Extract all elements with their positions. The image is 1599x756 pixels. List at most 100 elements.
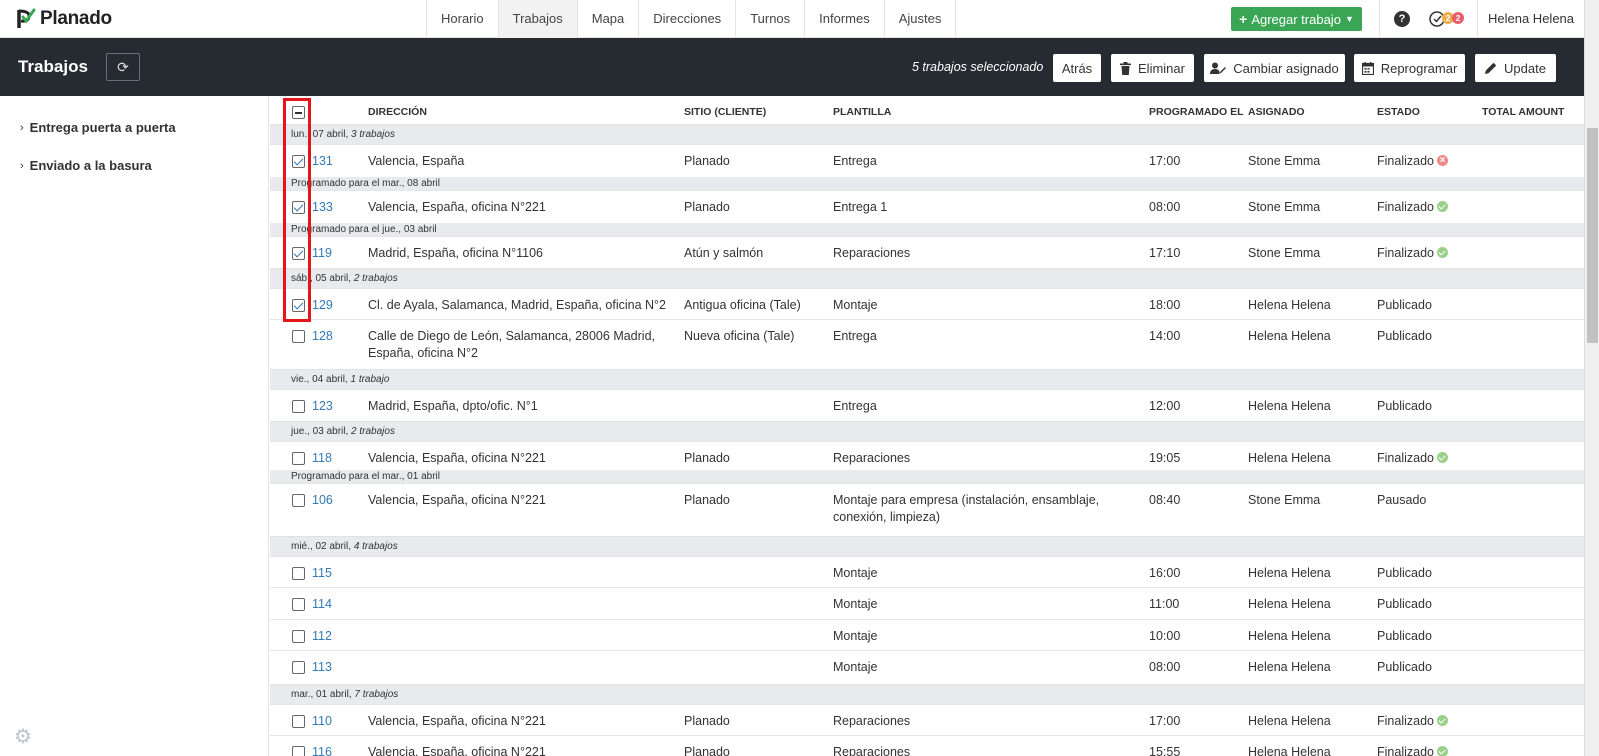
table-row[interactable]: 128 Calle de Diego de León, Salamanca, 28… bbox=[270, 319, 1584, 369]
job-id-link[interactable]: 113 bbox=[312, 659, 332, 676]
table-row[interactable]: 118 Valencia, España, oficina N°221 Planad… bbox=[270, 441, 1584, 474]
job-address: Valencia, España, oficina N°221 bbox=[368, 493, 546, 507]
job-assignee: Helena Helena bbox=[1248, 329, 1331, 343]
table-row[interactable]: 112 Montaje 10:00 Helena Helena Publicado bbox=[270, 619, 1584, 650]
job-template: Entrega bbox=[833, 154, 877, 168]
table-row[interactable]: 129 Cl. de Ayala, Salamanca, Madrid, Espa… bbox=[270, 288, 1584, 319]
job-assignee: Helena Helena bbox=[1248, 714, 1331, 728]
job-scheduled-time: 19:05 bbox=[1149, 451, 1181, 465]
row-checkbox[interactable] bbox=[292, 661, 305, 674]
job-id-link[interactable]: 131 bbox=[312, 153, 333, 170]
job-id-link[interactable]: 116 bbox=[312, 744, 332, 756]
group-date: mié., 02 abril, bbox=[291, 541, 352, 552]
job-site: Planado bbox=[684, 200, 730, 214]
notif-count-alert: 2 bbox=[1455, 13, 1461, 23]
scheduled-note: Programado para el jue., 03 abril bbox=[270, 223, 1584, 236]
row-checkbox[interactable] bbox=[292, 598, 305, 611]
col-site[interactable]: SITIO (CLIENTE) bbox=[684, 106, 766, 118]
sidebar-item-door-to-door[interactable]: › Entrega puerta a puerta bbox=[20, 120, 176, 135]
delete-button[interactable]: Eliminar bbox=[1111, 54, 1194, 82]
sidebar-item-trash[interactable]: › Enviado a la basura bbox=[20, 158, 152, 173]
page-scrollbar[interactable] bbox=[1584, 0, 1599, 756]
row-checkbox[interactable] bbox=[292, 715, 305, 728]
nav-item-ajustes[interactable]: Ajustes bbox=[885, 0, 957, 38]
status-label: Pausado bbox=[1377, 493, 1427, 507]
job-template: Montaje bbox=[833, 298, 878, 312]
nav-item-informes[interactable]: Informes bbox=[805, 0, 885, 38]
job-id-link[interactable]: 128 bbox=[312, 328, 333, 345]
chevron-right-icon: › bbox=[20, 121, 24, 134]
nav-item-mapa[interactable]: Mapa bbox=[578, 0, 640, 38]
row-checkbox[interactable] bbox=[292, 746, 305, 756]
table-row[interactable]: 131 Valencia, España Planado Entrega 17:00 St… bbox=[270, 144, 1584, 177]
table-row[interactable]: 119 Madrid, España, oficina N°1106 Atún y … bbox=[270, 236, 1584, 269]
job-id-link[interactable]: 110 bbox=[312, 713, 332, 730]
col-assigned[interactable]: ASIGNADO bbox=[1248, 106, 1305, 118]
planado-logo[interactable]: Planado bbox=[16, 7, 112, 31]
job-template: Entrega 1 bbox=[833, 200, 888, 214]
status-label: Publicado bbox=[1377, 660, 1432, 674]
table-row[interactable]: 133 Valencia, España, oficina N°221 Planad… bbox=[270, 190, 1584, 223]
scrollbar-thumb[interactable] bbox=[1587, 128, 1598, 343]
col-address[interactable]: DIRECCIÓN bbox=[368, 106, 427, 118]
help-icon[interactable]: ? bbox=[1394, 11, 1410, 27]
sidebar-item-label: Enviado a la basura bbox=[29, 158, 152, 173]
col-status[interactable]: ESTADO bbox=[1377, 106, 1420, 118]
row-checkbox[interactable] bbox=[292, 400, 305, 413]
settings-gear-icon[interactable]: ⚙ bbox=[14, 727, 34, 747]
job-site: Atún y salmón bbox=[684, 246, 764, 260]
job-id-link[interactable]: 118 bbox=[312, 450, 332, 467]
change-assignee-button[interactable]: Cambiar asignado bbox=[1204, 54, 1345, 82]
table-row[interactable]: 115 Montaje 16:00 Helena Helena Publicado bbox=[270, 556, 1584, 587]
row-checkbox[interactable] bbox=[292, 494, 305, 507]
job-assignee: Helena Helena bbox=[1248, 660, 1331, 674]
job-id-link[interactable]: 123 bbox=[312, 398, 333, 415]
date-group-header: mar., 01 abril, 7 trabajos bbox=[270, 684, 1584, 704]
col-scheduled[interactable]: PROGRAMADO EL bbox=[1149, 106, 1244, 118]
nav-item-horario[interactable]: Horario bbox=[427, 0, 499, 38]
job-assignee: Stone Emma bbox=[1248, 246, 1321, 260]
col-total-amount[interactable]: TOTAL AMOUNT bbox=[1482, 106, 1564, 118]
row-checkbox[interactable] bbox=[292, 330, 305, 343]
nav-item-direcciones[interactable]: Direcciones bbox=[639, 0, 737, 38]
status-label: Finalizado bbox=[1377, 246, 1434, 260]
job-id-link[interactable]: 112 bbox=[312, 628, 332, 645]
table-row[interactable]: 110 Valencia, España, oficina N°221 Planad… bbox=[270, 704, 1584, 735]
job-scheduled-time: 10:00 bbox=[1149, 629, 1181, 643]
job-scheduled-time: 14:00 bbox=[1149, 329, 1181, 343]
status-label: Finalizado bbox=[1377, 451, 1434, 465]
table-row[interactable]: 114 Montaje 11:00 Helena Helena Publicado bbox=[270, 587, 1584, 618]
user-menu[interactable]: Helena Helena bbox=[1488, 0, 1574, 38]
job-id-link[interactable]: 133 bbox=[312, 199, 333, 216]
job-id-link[interactable]: 129 bbox=[312, 297, 333, 314]
group-count: 1 trabajo bbox=[350, 374, 390, 385]
notifications-indicator[interactable]: 2 2 bbox=[1428, 10, 1470, 28]
selection-count: 5 trabajos seleccionado bbox=[912, 60, 1044, 74]
refresh-button[interactable]: ⟳ bbox=[106, 53, 140, 81]
row-checkbox[interactable] bbox=[292, 452, 305, 465]
reschedule-button[interactable]: Reprogramar bbox=[1354, 54, 1465, 82]
table-row[interactable]: 123 Madrid, España, dpto/ofic. N°1 Entrega… bbox=[270, 389, 1584, 422]
update-button[interactable]: Update bbox=[1475, 54, 1556, 82]
table-row[interactable]: 113 Montaje 08:00 Helena Helena Publicado bbox=[270, 650, 1584, 681]
job-site: Nueva oficina (Tale) bbox=[684, 329, 795, 343]
main-nav: Horario Trabajos Mapa Direcciones Turnos… bbox=[426, 0, 957, 38]
row-checkbox[interactable] bbox=[292, 567, 305, 580]
col-template[interactable]: PLANTILLA bbox=[833, 106, 891, 118]
job-scheduled-time: 17:00 bbox=[1149, 154, 1181, 168]
job-status: Finalizado bbox=[1377, 713, 1448, 730]
nav-item-trabajos[interactable]: Trabajos bbox=[498, 0, 578, 38]
job-id-link[interactable]: 119 bbox=[312, 245, 332, 262]
job-id-link[interactable]: 106 bbox=[312, 492, 333, 509]
table-row[interactable]: 116 Valencia, España, oficina N°221 Planad… bbox=[270, 735, 1584, 756]
row-checkbox[interactable] bbox=[292, 630, 305, 643]
job-id-link[interactable]: 115 bbox=[312, 565, 332, 582]
job-template: Reparaciones bbox=[833, 246, 911, 260]
table-row[interactable]: 106 Valencia, España, oficina N°221 Planad… bbox=[270, 483, 1584, 535]
job-id-link[interactable]: 114 bbox=[312, 596, 332, 613]
status-label: Publicado bbox=[1377, 329, 1432, 343]
back-button[interactable]: Atrás bbox=[1053, 54, 1101, 82]
job-template: Reparaciones bbox=[833, 451, 911, 465]
add-job-button[interactable]: + Agregar trabajo ▼ bbox=[1231, 7, 1362, 31]
nav-item-turnos[interactable]: Turnos bbox=[736, 0, 806, 38]
